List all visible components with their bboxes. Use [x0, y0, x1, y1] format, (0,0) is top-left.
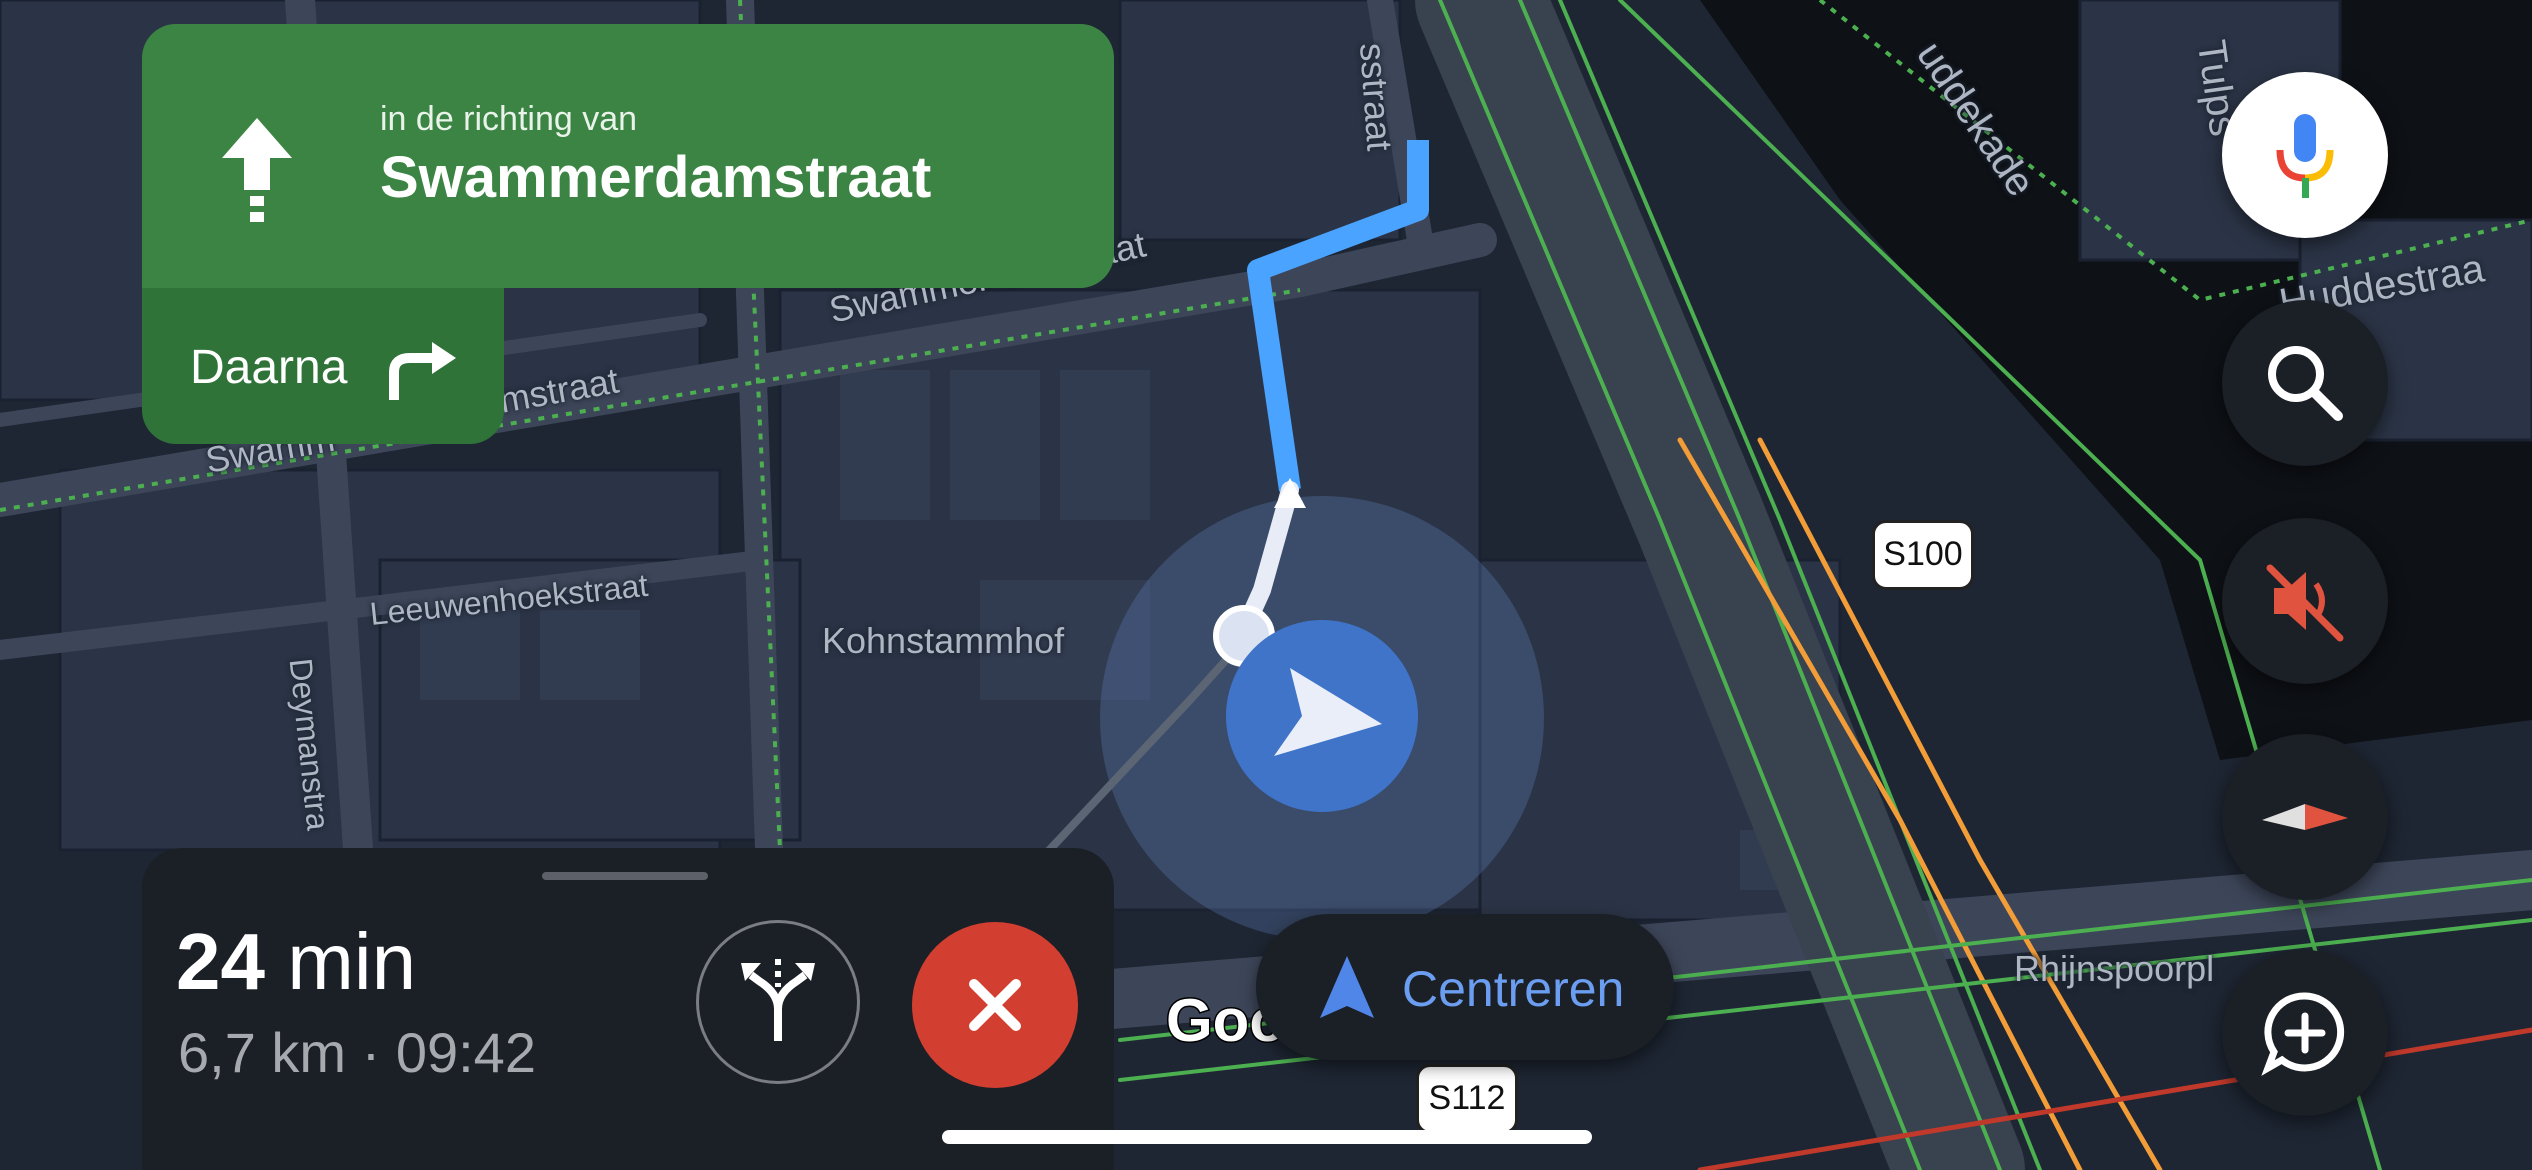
home-indicator[interactable] [942, 1130, 1592, 1144]
street-label: Rhijnspoorpl [2014, 948, 2215, 989]
voice-search-button[interactable] [2222, 72, 2388, 238]
street-label: sstraat [1352, 41, 1401, 153]
road-shield: S100 [1872, 520, 1974, 590]
next-street-name: Swammerdamstraat [380, 145, 932, 210]
drag-handle[interactable] [542, 872, 708, 880]
compass-icon [2262, 804, 2348, 830]
then-label: Daarna [190, 341, 348, 394]
trip-details: 6,7 km · 09:42 [178, 1021, 536, 1084]
maneuver-card[interactable]: in de richting van Swammerdamstraat [142, 24, 1114, 288]
close-icon [969, 979, 1021, 1031]
search-icon [2268, 346, 2343, 421]
straight-arrow-icon [222, 118, 292, 222]
add-report-icon [2261, 992, 2345, 1076]
duration-unit: min [287, 917, 417, 1006]
trip-duration: 24 min [176, 916, 416, 1008]
recenter-label: Centreren [1402, 961, 1625, 1017]
search-button[interactable] [2222, 300, 2388, 466]
next-maneuver-card[interactable]: Daarna [142, 288, 504, 444]
exit-navigation-button[interactable] [912, 922, 1078, 1088]
recenter-button[interactable]: Centreren [1256, 914, 1674, 1060]
street-label: Kohnstammhof [822, 620, 1065, 661]
navigation-arrow-icon [1320, 956, 1374, 1018]
route-alternatives-icon [741, 959, 815, 1041]
add-report-button[interactable] [2222, 950, 2388, 1116]
direction-prefix: in de richting van [380, 100, 638, 138]
turn-right-icon [389, 342, 456, 400]
mute-button[interactable] [2222, 518, 2388, 684]
alternative-routes-button[interactable] [696, 920, 860, 1084]
compass-button[interactable] [2222, 734, 2388, 900]
duration-value: 24 [176, 917, 265, 1006]
sound-off-icon [2266, 564, 2344, 642]
trip-summary-panel[interactable]: 24 min 6,7 km · 09:42 [142, 848, 1114, 1170]
microphone-icon [2276, 114, 2334, 198]
road-shield: S112 [1416, 1064, 1518, 1134]
